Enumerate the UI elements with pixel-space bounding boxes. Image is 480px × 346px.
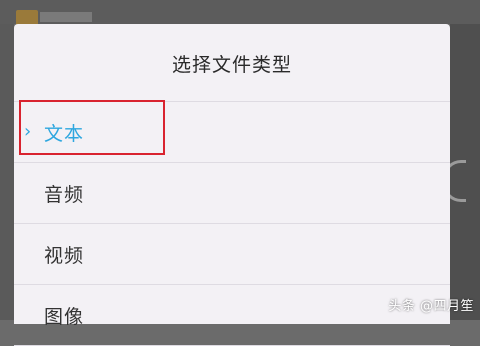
option-label: 图像 [44,305,85,328]
option-label: 音频 [44,183,85,206]
option-video[interactable]: 视频 [14,224,450,285]
file-type-dialog: 选择文件类型 › 文本 音频 视频 图像 [14,24,450,346]
option-label: 文本 [44,122,85,145]
option-label: 视频 [44,244,85,267]
background-app-bar [0,0,480,26]
option-image[interactable]: 图像 [14,285,450,346]
dialog-title: 选择文件类型 [14,24,450,102]
background-blurred-text [40,12,92,22]
option-audio[interactable]: 音频 [14,163,450,224]
background-left-edge [0,24,14,320]
chevron-right-icon: › [24,121,32,142]
option-text[interactable]: › 文本 [14,102,450,163]
watermark: 头条 @四月笙 [388,299,474,314]
